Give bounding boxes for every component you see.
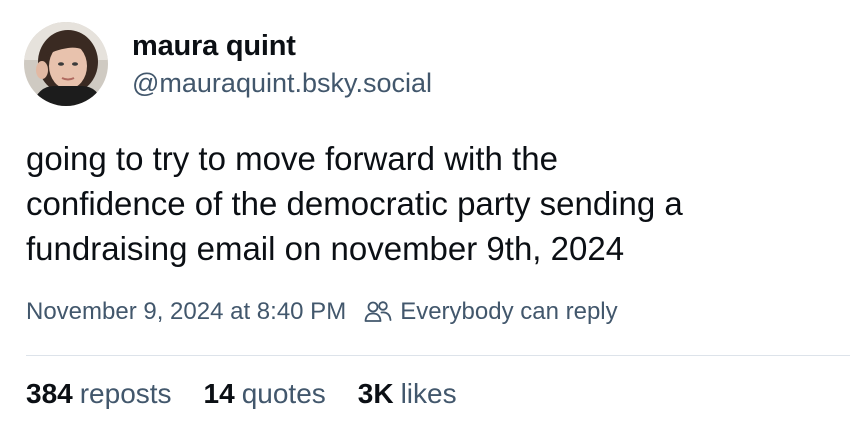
post-meta: November 9, 2024 at 8:40 PM Everybody ca… (26, 298, 618, 326)
people-icon (364, 300, 392, 324)
quotes-label: quotes (241, 378, 326, 409)
author-names: maura quint @mauraquint.bsky.social (132, 28, 432, 100)
avatar[interactable] (24, 22, 108, 106)
reply-settings: Everybody can reply (364, 298, 618, 326)
post-header: maura quint @mauraquint.bsky.social (24, 22, 432, 106)
author-display-name[interactable]: maura quint (132, 28, 432, 64)
likes-stat[interactable]: 3K likes (358, 378, 457, 410)
post-text: going to try to move forward with the co… (26, 140, 683, 267)
quotes-stat[interactable]: 14 quotes (204, 378, 326, 410)
divider (26, 355, 850, 356)
post-stats: 384 reposts 14 quotes 3K likes (26, 378, 489, 410)
likes-count: 3K (357, 378, 394, 409)
avatar-image (24, 22, 108, 106)
reposts-count: 384 (26, 378, 73, 409)
post-card: maura quint @mauraquint.bsky.social goin… (0, 0, 850, 428)
quotes-count: 14 (203, 378, 235, 409)
author-handle[interactable]: @mauraquint.bsky.social (132, 66, 432, 100)
post-timestamp[interactable]: November 9, 2024 at 8:40 PM (26, 298, 346, 326)
likes-label: likes (400, 378, 457, 409)
reposts-stat[interactable]: 384 reposts (26, 378, 172, 410)
reposts-label: reposts (79, 378, 172, 409)
reply-settings-label: Everybody can reply (400, 298, 618, 325)
